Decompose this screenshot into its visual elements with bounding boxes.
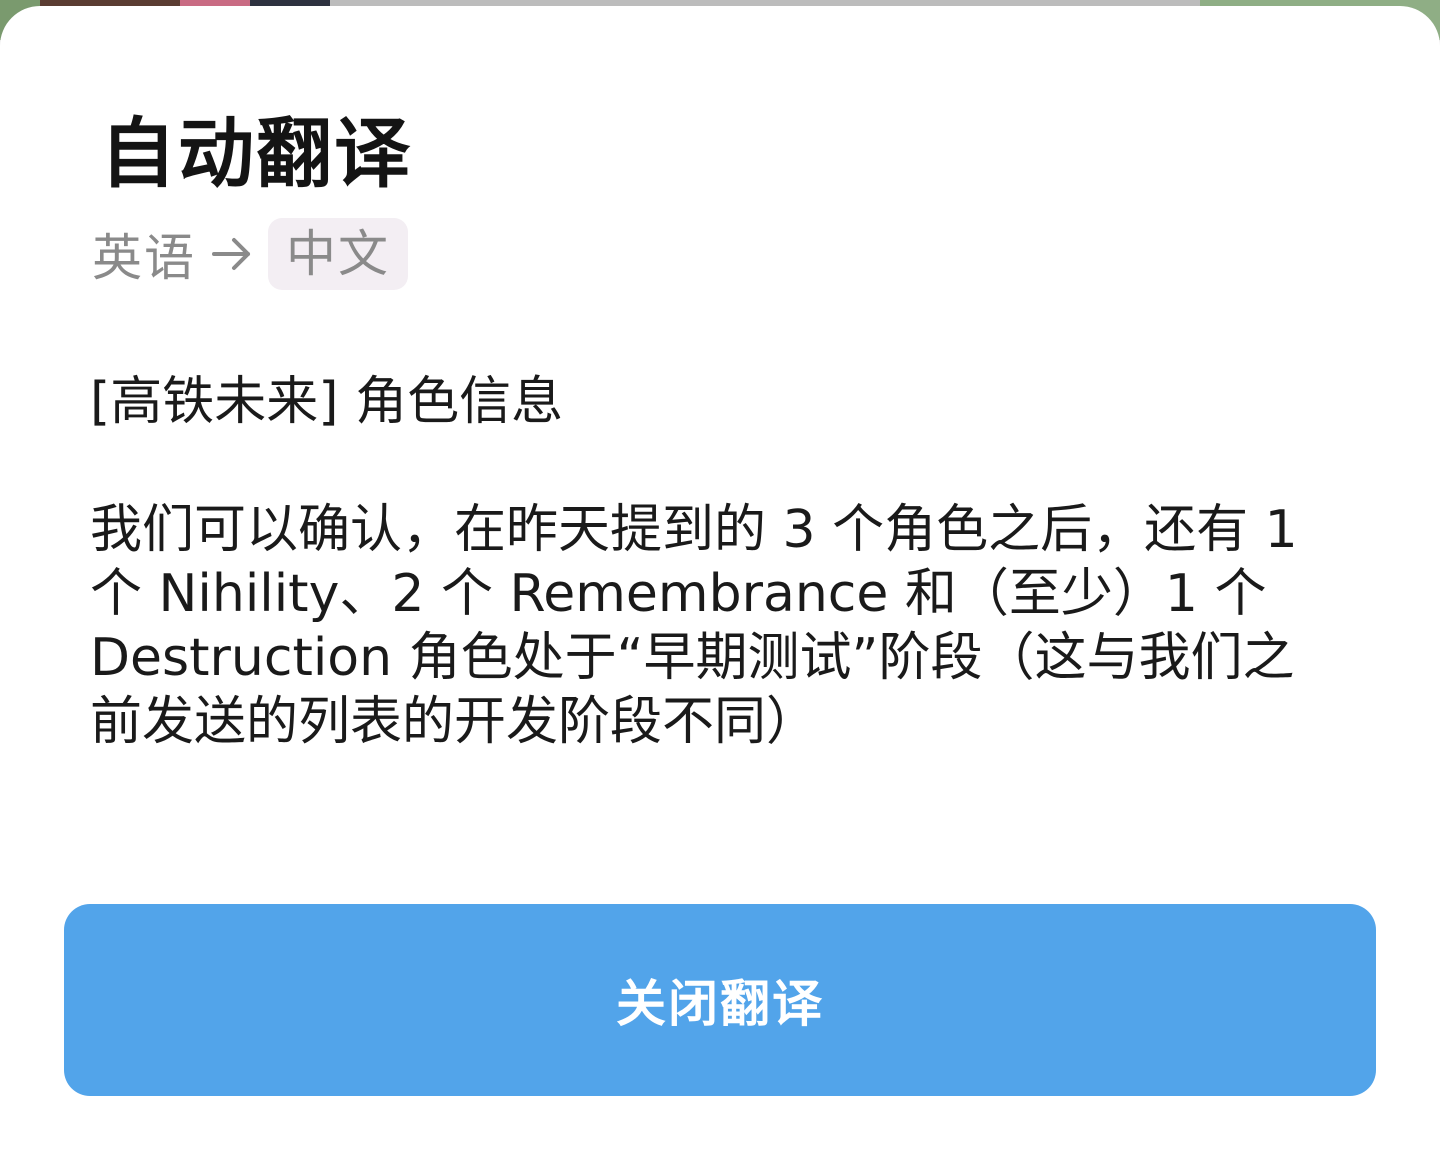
- close-translation-button[interactable]: 关闭翻译: [64, 904, 1376, 1096]
- language-pair: 英语 中文: [92, 218, 408, 290]
- target-language-chip[interactable]: 中文: [268, 218, 408, 290]
- dialog-title: 自动翻译: [100, 109, 412, 198]
- arrow-right-icon: [212, 238, 250, 270]
- translated-text: [高铁未来] 角色信息 我们可以确认，在昨天提到的 3 个角色之后，还有 1 个…: [90, 372, 1298, 752]
- source-language[interactable]: 英语: [92, 218, 196, 290]
